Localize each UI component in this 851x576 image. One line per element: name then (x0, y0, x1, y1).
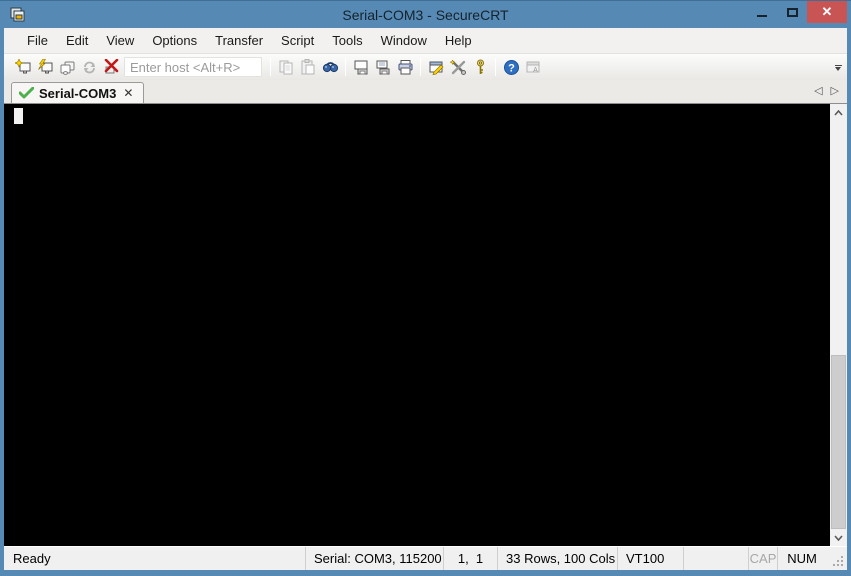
menu-options[interactable]: Options (143, 30, 206, 51)
find-button[interactable] (319, 56, 341, 78)
chevron-down-icon (834, 534, 843, 541)
connected-check-icon (19, 87, 34, 99)
minimize-button[interactable] (747, 1, 777, 23)
minimize-icon (757, 15, 767, 17)
tab-scroll-left-button[interactable]: ◁ (814, 84, 822, 97)
status-serial: Serial: COM3, 115200 (305, 547, 443, 570)
terminal-row (4, 104, 847, 546)
tab-bar: Serial-COM3 ✕ ◁ ▷ (4, 80, 847, 104)
global-options-button[interactable] (447, 56, 469, 78)
status-bar: Ready Serial: COM3, 115200 1, 1 33 Rows,… (4, 546, 847, 570)
overflow-icon (834, 65, 842, 66)
status-caps-lock: CAP (748, 547, 777, 570)
terminal-screen[interactable] (4, 104, 830, 546)
menu-view[interactable]: View (97, 30, 143, 51)
quick-connect-icon (37, 58, 52, 73)
svg-text:A: A (533, 67, 538, 74)
global-options-icon (449, 58, 466, 75)
resize-grip[interactable] (826, 547, 847, 570)
print-icon (398, 59, 412, 74)
menu-file[interactable]: File (18, 30, 57, 51)
tab-label: Serial-COM3 (39, 85, 117, 101)
menu-bar: File Edit View Options Transfer Script T… (4, 28, 847, 53)
reconnect-button[interactable] (78, 56, 100, 78)
tab-scroll-controls: ◁ ▷ (814, 84, 839, 97)
chevron-up-icon (834, 109, 843, 116)
toolbar-separator (345, 58, 346, 76)
window-title: Serial-COM3 - SecureCRT (342, 7, 509, 23)
close-button[interactable]: ✕ (807, 1, 847, 23)
disconnect-icon (104, 58, 118, 73)
copy-button[interactable] (275, 56, 297, 78)
close-icon: ✕ (821, 4, 833, 19)
scroll-down-button[interactable] (830, 529, 847, 546)
copy-icon (279, 60, 292, 74)
print-eject-button[interactable] (372, 56, 394, 78)
status-terminal-size: 33 Rows, 100 Cols (497, 547, 617, 570)
menu-tools[interactable]: Tools (323, 30, 371, 51)
tab-serial-com3[interactable]: Serial-COM3 ✕ (11, 82, 145, 103)
reconnect-icon (83, 61, 95, 73)
connect-in-tab-button[interactable] (56, 56, 78, 78)
toolbar: ? A (4, 53, 847, 80)
window-controls: ✕ (747, 1, 847, 23)
menu-transfer[interactable]: Transfer (206, 30, 272, 51)
window-content: File Edit View Options Transfer Script T… (4, 28, 847, 570)
print-screen-button[interactable] (350, 56, 372, 78)
tab-scroll-right-button[interactable]: ▷ (831, 84, 839, 97)
paste-icon (301, 58, 314, 74)
help-icon: ? (503, 59, 519, 75)
keymap-icon (476, 59, 484, 74)
print-screen-icon (354, 60, 367, 74)
status-emulation: VT100 (617, 547, 683, 570)
keymap-button[interactable] (469, 56, 491, 78)
scrollbar-thumb[interactable] (831, 355, 846, 529)
vertical-scrollbar[interactable] (830, 104, 847, 546)
tab-close-button[interactable]: ✕ (121, 86, 135, 100)
connect-in-tab-icon (60, 61, 74, 75)
status-cursor-position: 1, 1 (443, 547, 497, 570)
scroll-up-button[interactable] (830, 104, 847, 121)
securecrt-window: Serial-COM3 - SecureCRT ✕ File Edit View… (0, 0, 851, 576)
menu-window[interactable]: Window (372, 30, 436, 51)
session-options-button[interactable] (425, 56, 447, 78)
menu-help[interactable]: Help (436, 30, 481, 51)
connect-button[interactable] (12, 56, 34, 78)
maximize-button[interactable] (777, 1, 807, 23)
menu-script[interactable]: Script (272, 30, 323, 51)
rename-tab-icon: A (526, 61, 539, 74)
print-eject-icon (376, 60, 389, 74)
quick-connect-button[interactable] (34, 56, 56, 78)
help-button[interactable]: ? (500, 56, 522, 78)
find-icon (322, 61, 338, 72)
toolbar-separator (270, 58, 271, 76)
maximize-icon (786, 7, 798, 17)
status-ready: Ready (13, 551, 51, 566)
status-num-lock: NUM (777, 547, 826, 570)
paste-button[interactable] (297, 56, 319, 78)
menu-edit[interactable]: Edit (57, 30, 97, 51)
toolbar-overflow-button[interactable] (832, 60, 844, 76)
title-bar: Serial-COM3 - SecureCRT ✕ (0, 0, 851, 28)
svg-text:?: ? (508, 62, 515, 74)
terminal-cursor (14, 108, 23, 124)
toolbar-separator (420, 58, 421, 76)
print-button[interactable] (394, 56, 416, 78)
rename-tab-button[interactable]: A (522, 56, 544, 78)
host-input[interactable] (124, 57, 262, 77)
app-icon (10, 7, 25, 21)
toolbar-separator (495, 58, 496, 76)
connect-icon (14, 58, 30, 73)
session-options-icon (429, 61, 443, 75)
status-blank (683, 547, 748, 570)
disconnect-button[interactable] (100, 56, 122, 78)
